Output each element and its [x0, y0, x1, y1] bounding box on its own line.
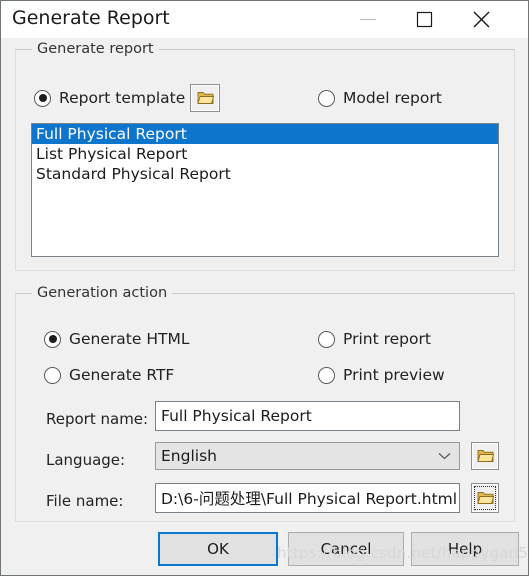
title-bar: Generate Report [1, 1, 528, 38]
focus-ring [474, 486, 496, 510]
minimize-icon [360, 18, 376, 21]
generate-report-dialog: Generate Report Generate report Report t… [0, 0, 529, 576]
template-listbox[interactable]: Full Physical Report List Physical Repor… [31, 123, 499, 257]
radio-model-report-indicator[interactable] [318, 89, 335, 107]
radio-print-preview[interactable]: Print preview [318, 366, 445, 384]
radio-generate-html-label: Generate HTML [69, 330, 190, 348]
radio-report-template-indicator[interactable] [34, 89, 51, 107]
language-label: Language: [46, 451, 126, 469]
close-button[interactable] [459, 1, 505, 38]
minimize-button[interactable] [345, 1, 391, 38]
browse-language-button[interactable] [471, 442, 499, 470]
window-title: Generate Report [12, 7, 170, 29]
ok-button[interactable]: OK [158, 532, 278, 566]
list-item[interactable]: Full Physical Report [32, 124, 498, 144]
help-button[interactable]: Help [411, 532, 519, 566]
radio-print-report-indicator[interactable] [318, 330, 335, 348]
language-combobox[interactable]: English [155, 442, 460, 470]
report-name-input[interactable]: Full Physical Report [155, 401, 460, 431]
generation-action-group-title: Generation action [32, 285, 173, 301]
maximize-icon [416, 11, 433, 28]
radio-print-report[interactable]: Print report [318, 330, 431, 348]
radio-report-template-label: Report template [59, 89, 186, 107]
report-name-label: Report name: [46, 410, 149, 428]
browse-file-button[interactable] [471, 483, 499, 513]
list-item[interactable]: Standard Physical Report [32, 164, 498, 184]
radio-generate-html[interactable]: Generate HTML [44, 330, 189, 348]
radio-model-report-label: Model report [343, 89, 442, 107]
radio-generate-rtf-label: Generate RTF [69, 366, 175, 384]
generate-report-group-title: Generate report [32, 41, 159, 57]
radio-print-report-label: Print report [343, 330, 431, 348]
radio-generate-rtf[interactable]: Generate RTF [44, 366, 174, 384]
maximize-button[interactable] [401, 1, 447, 38]
file-name-input[interactable]: D:\6-问题处理\Full Physical Report.html [155, 483, 460, 513]
folder-icon [196, 92, 214, 104]
language-combobox-value: English [161, 447, 217, 465]
list-item[interactable]: List Physical Report [32, 144, 498, 164]
radio-report-template[interactable]: Report template [34, 89, 185, 107]
close-icon [473, 11, 490, 28]
radio-print-preview-label: Print preview [343, 366, 445, 384]
radio-generate-html-indicator[interactable] [44, 330, 61, 348]
folder-icon [476, 450, 494, 462]
radio-model-report[interactable]: Model report [318, 89, 442, 107]
radio-generate-rtf-indicator[interactable] [44, 366, 61, 384]
cancel-button[interactable]: Cancel [288, 532, 404, 566]
chevron-down-icon [438, 452, 451, 460]
radio-print-preview-indicator[interactable] [318, 366, 335, 384]
file-name-label: File name: [46, 492, 124, 510]
browse-template-button[interactable] [190, 84, 220, 112]
